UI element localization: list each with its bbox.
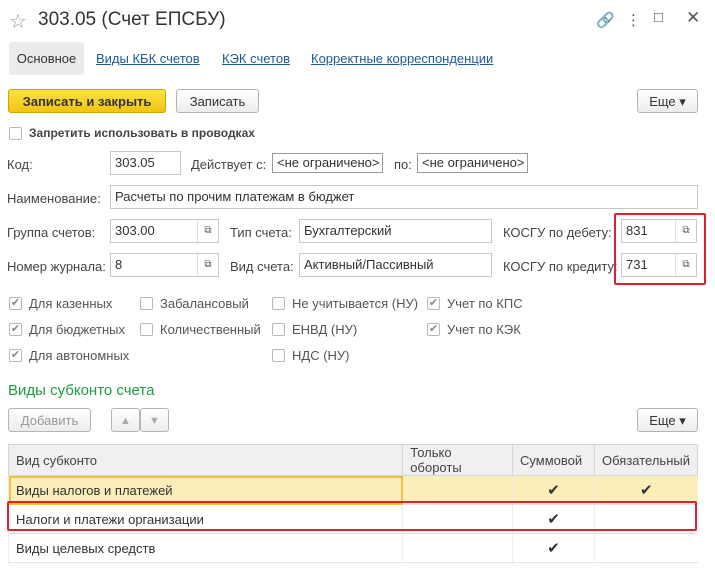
checkbox-budget-label: Для бюджетных <box>29 322 126 337</box>
journal-value: 8 <box>115 257 123 272</box>
group-field[interactable]: 303.00 ⧉ <box>110 219 219 243</box>
checkbox-kazennye-label: Для казенных <box>29 296 113 311</box>
open-icon[interactable]: ⧉ <box>197 254 218 276</box>
tab-kek[interactable]: КЭК счетов <box>222 51 290 66</box>
checkbox-vat[interactable] <box>272 349 285 362</box>
account-type-field[interactable]: Бухгалтерский <box>299 219 492 243</box>
code-field[interactable]: 303.05 <box>110 151 181 175</box>
checkbox-autonomous-label: Для автономных <box>29 348 130 363</box>
account-type-label: Тип счета: <box>230 225 292 240</box>
checkbox-envd[interactable] <box>272 323 285 336</box>
subconto-more-label: Еще <box>649 413 676 428</box>
more-label: Еще <box>649 94 676 109</box>
subconto-section-title: Виды субконто счета <box>8 382 155 399</box>
save-and-close-button[interactable]: Записать и закрыть <box>8 89 166 113</box>
favorite-star-icon[interactable]: ☆ <box>9 9 27 34</box>
highlight-kosgu <box>614 213 706 285</box>
checkbox-quantity[interactable] <box>140 323 153 336</box>
forbid-checkbox[interactable] <box>9 127 22 140</box>
column-header[interactable]: Вид субконто <box>7 444 404 476</box>
move-up-button[interactable]: ▲ <box>111 408 140 432</box>
account-kind-field[interactable]: Активный/Пассивный <box>299 253 492 277</box>
cell-required[interactable] <box>594 533 698 563</box>
checkbox-vat-label: НДС (НУ) <box>292 348 350 363</box>
checkbox-kek[interactable]: ✔ <box>427 323 440 336</box>
checkbox-envd-label: ЕНВД (НУ) <box>292 322 358 337</box>
close-icon[interactable]: ✕ <box>686 8 700 28</box>
subconto-more-button[interactable]: Еще ▾ <box>637 408 698 432</box>
column-header[interactable]: Только обороты <box>402 444 514 476</box>
arrow-up-icon: ▲ <box>120 415 131 427</box>
code-label: Код: <box>7 157 33 172</box>
move-down-button[interactable]: ▼ <box>140 408 169 432</box>
highlight-row <box>7 501 697 531</box>
checkbox-quantity-label: Количественный <box>160 322 261 337</box>
checkbox-offbalance-label: Забалансовый <box>160 296 249 311</box>
more-button[interactable]: Еще ▾ <box>637 89 698 113</box>
save-button[interactable]: Записать <box>176 89 259 113</box>
open-icon[interactable]: ⧉ <box>197 220 218 242</box>
more-vertical-icon[interactable]: ⋮ <box>626 11 641 29</box>
kosgu-credit-label: КОСГУ по кредиту: <box>503 259 618 274</box>
valid-to-field[interactable]: <не ограничено> <box>417 153 528 173</box>
cell-turnover[interactable] <box>402 533 513 563</box>
name-field[interactable]: Расчеты по прочим платежам в бюджет <box>110 185 698 209</box>
caret-down-icon: ▾ <box>679 413 686 428</box>
checkbox-offbalance[interactable] <box>140 297 153 310</box>
tab-main[interactable]: Основное <box>9 42 84 75</box>
arrow-down-icon: ▼ <box>149 415 160 427</box>
checkbox-kek-label: Учет по КЭК <box>447 322 521 337</box>
table-row[interactable]: Виды целевых средств ✔ <box>7 533 698 563</box>
checkbox-not-counted-label: Не учитывается (НУ) <box>292 296 419 311</box>
cell-name[interactable]: Виды целевых средств <box>7 533 403 563</box>
checkbox-autonomous[interactable]: ✔ <box>9 349 22 362</box>
checkbox-budget[interactable]: ✔ <box>9 323 22 336</box>
account-kind-label: Вид счета: <box>230 259 294 274</box>
checkbox-kazennye[interactable]: ✔ <box>9 297 22 310</box>
window-title: 303.05 (Счет ЕПСБУ) <box>38 9 226 30</box>
journal-label: Номер журнала: <box>7 259 106 274</box>
checkbox-kps[interactable]: ✔ <box>427 297 440 310</box>
group-label: Группа счетов: <box>7 225 96 240</box>
valid-from-label: Действует с: <box>191 157 267 172</box>
valid-from-field[interactable]: <не ограничено> <box>272 153 383 173</box>
column-header[interactable]: Суммовой <box>512 444 596 476</box>
journal-field[interactable]: 8 ⧉ <box>110 253 219 277</box>
valid-to-label: по: <box>394 157 412 172</box>
caret-down-icon: ▾ <box>679 94 686 109</box>
table-header: Вид субконто Только обороты Суммовой Обя… <box>7 444 698 476</box>
kosgu-debit-label: КОСГУ по дебету: <box>503 225 612 240</box>
column-header[interactable]: Обязательный <box>594 444 698 476</box>
tab-correspondence[interactable]: Корректные корреспонденции <box>311 51 493 66</box>
tab-kbk[interactable]: Виды КБК счетов <box>96 51 200 66</box>
check-icon[interactable]: ✔ <box>512 533 595 563</box>
add-button[interactable]: Добавить <box>8 408 91 432</box>
checkbox-kps-label: Учет по КПС <box>447 296 523 311</box>
name-label: Наименование: <box>7 191 101 206</box>
minimize-icon[interactable]: □ <box>654 9 663 26</box>
group-value: 303.00 <box>115 223 155 238</box>
checkbox-not-counted[interactable] <box>272 297 285 310</box>
forbid-label: Запретить использовать в проводках <box>29 126 255 140</box>
link-icon[interactable]: 🔗 <box>596 11 615 29</box>
